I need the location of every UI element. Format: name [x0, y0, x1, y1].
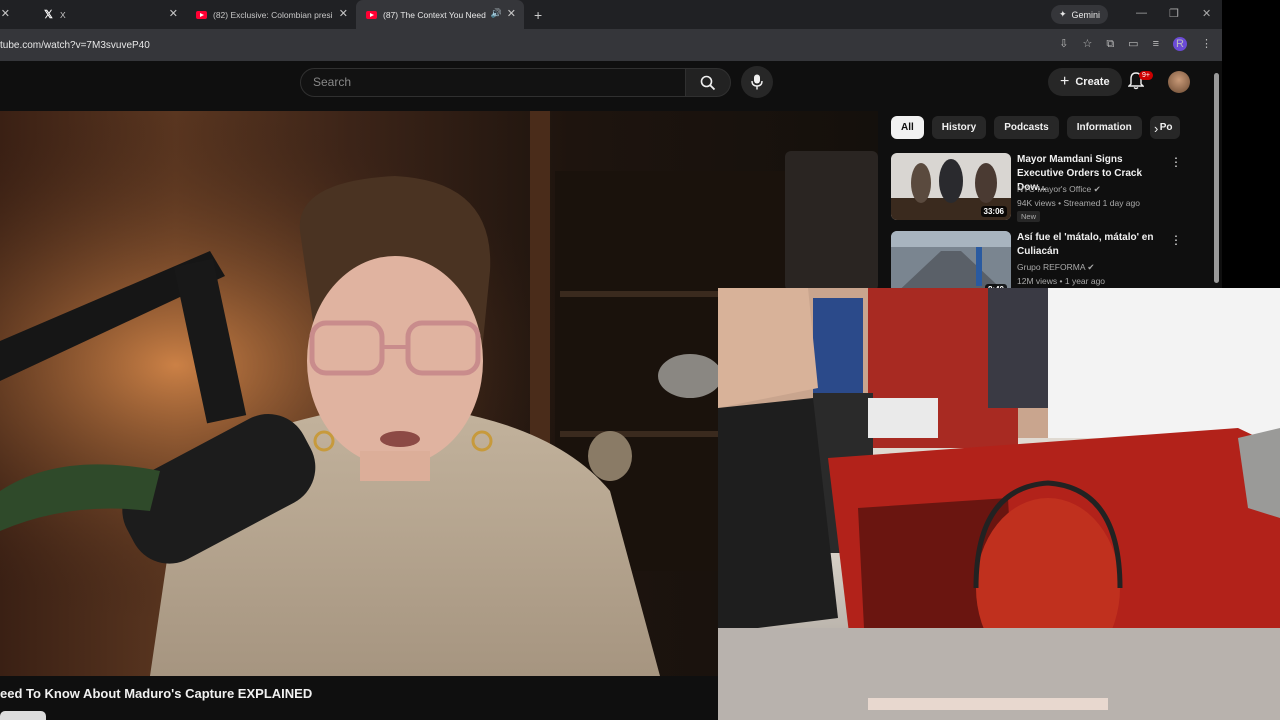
search-button[interactable]: [685, 68, 731, 97]
chip-history[interactable]: History: [931, 116, 987, 139]
video-meta: 94K views • Streamed 1 day ago: [1017, 198, 1140, 208]
bookmark-star-icon[interactable]: ☆: [1082, 37, 1092, 51]
youtube-favicon-icon: [196, 10, 207, 19]
create-label: Create: [1075, 76, 1110, 88]
create-button[interactable]: + Create: [1048, 68, 1122, 96]
scrollbar-thumb[interactable]: [1214, 73, 1219, 283]
account-avatar[interactable]: [1168, 71, 1190, 93]
tab-label: (87) The Context You Need: [383, 9, 486, 20]
channel-name[interactable]: Grupo REFORMA ✔: [1017, 262, 1095, 273]
extensions-icon[interactable]: ⧉: [1106, 37, 1114, 51]
new-badge: New: [1017, 211, 1041, 222]
recommendation-title[interactable]: Así fue el 'mátalo, mátalo' en Culiacán: [1017, 231, 1167, 259]
window-close-icon[interactable]: ✕: [1202, 7, 1211, 20]
tab-context[interactable]: (87) The Context You Need 🔊 ✕: [356, 0, 524, 29]
gemini-button[interactable]: ✦ Gemini: [1051, 5, 1109, 24]
notification-count-badge: 9+: [1139, 71, 1153, 80]
media-control-icon[interactable]: ≡: [1153, 37, 1159, 51]
webcam-overlay-window[interactable]: [718, 288, 1280, 720]
tab-close-fragment[interactable]: ✕: [0, 0, 14, 29]
chip-all[interactable]: All: [891, 116, 924, 139]
chip-information[interactable]: Information: [1066, 116, 1142, 139]
plus-icon: +: [1060, 73, 1070, 90]
browser-tab-bar: ✕ 𝕏 X ✕ (82) Exclusive: Colombian presi …: [0, 0, 1222, 29]
channel-name[interactable]: NYC Mayor's Office ✔: [1017, 184, 1101, 195]
close-icon[interactable]: ✕: [507, 9, 516, 20]
youtube-favicon-icon: [366, 10, 377, 19]
search-icon: [700, 75, 716, 90]
x-logo-icon: 𝕏: [44, 9, 53, 21]
more-menu-icon[interactable]: ⋮: [1201, 37, 1212, 51]
video-duration: 33:06: [980, 206, 1007, 217]
verified-check-icon: ✔: [1087, 262, 1095, 272]
minimize-icon[interactable]: —: [1136, 7, 1147, 19]
screen: ✕ 𝕏 X ✕ (82) Exclusive: Colombian presi …: [0, 0, 1280, 720]
close-icon[interactable]: ✕: [339, 9, 348, 20]
page-scrollbar[interactable]: [1212, 69, 1220, 295]
video-thumbnail[interactable]: 33:06: [891, 153, 1011, 220]
tab-x[interactable]: 𝕏 X ✕: [14, 0, 186, 29]
close-icon[interactable]: ✕: [1, 9, 10, 20]
new-tab-button[interactable]: +: [524, 0, 554, 29]
tab-label: X: [60, 9, 66, 20]
voice-search-button[interactable]: [741, 66, 773, 98]
gemini-sparkle-icon: ✦: [1059, 9, 1067, 19]
channel-name-text: Grupo REFORMA: [1017, 262, 1086, 272]
video-meta: 12M views • 1 year ago: [1017, 276, 1106, 286]
more-options-icon[interactable]: ⋮: [1170, 233, 1182, 247]
video-title: eed To Know About Maduro's Capture EXPLA…: [0, 686, 313, 701]
chip-podcasts[interactable]: Podcasts: [994, 116, 1059, 139]
microphone-icon: [751, 74, 763, 90]
tab-label: (82) Exclusive: Colombian presi: [213, 9, 333, 20]
related-filter-chips: All History Podcasts Information Po: [891, 116, 1180, 139]
address-bar: tube.com/watch?v=7M3svuveP40 ⇩ ☆ ⧉ ▭ ≡ R…: [0, 29, 1222, 61]
url-field[interactable]: tube.com/watch?v=7M3svuveP40: [0, 40, 150, 51]
audio-playing-icon[interactable]: 🔊: [491, 8, 502, 19]
more-options-icon[interactable]: ⋮: [1170, 155, 1182, 169]
search-input[interactable]: Search: [300, 68, 686, 97]
restore-icon[interactable]: ❐: [1169, 7, 1179, 20]
close-icon[interactable]: ✕: [169, 9, 178, 20]
chevron-right-icon[interactable]: ›: [1154, 121, 1158, 136]
channel-name-text: NYC Mayor's Office: [1017, 184, 1092, 194]
install-app-icon[interactable]: ⇩: [1059, 37, 1068, 51]
channel-action-pill[interactable]: [0, 711, 46, 720]
profile-avatar[interactable]: R: [1173, 37, 1187, 51]
toolbar-icons: ⇩ ☆ ⧉ ▭ ≡ R ⋮: [1059, 37, 1212, 51]
recommendation-item[interactable]: 33:06 Mayor Mamdani Signs Executive Orde…: [891, 153, 1211, 225]
gemini-label: Gemini: [1071, 9, 1101, 20]
reading-mode-icon[interactable]: ▭: [1128, 37, 1138, 51]
tab-colombian[interactable]: (82) Exclusive: Colombian presi ✕: [186, 0, 356, 29]
webcam-scene-illustration: [718, 288, 1280, 720]
verified-check-icon: ✔: [1093, 184, 1101, 194]
